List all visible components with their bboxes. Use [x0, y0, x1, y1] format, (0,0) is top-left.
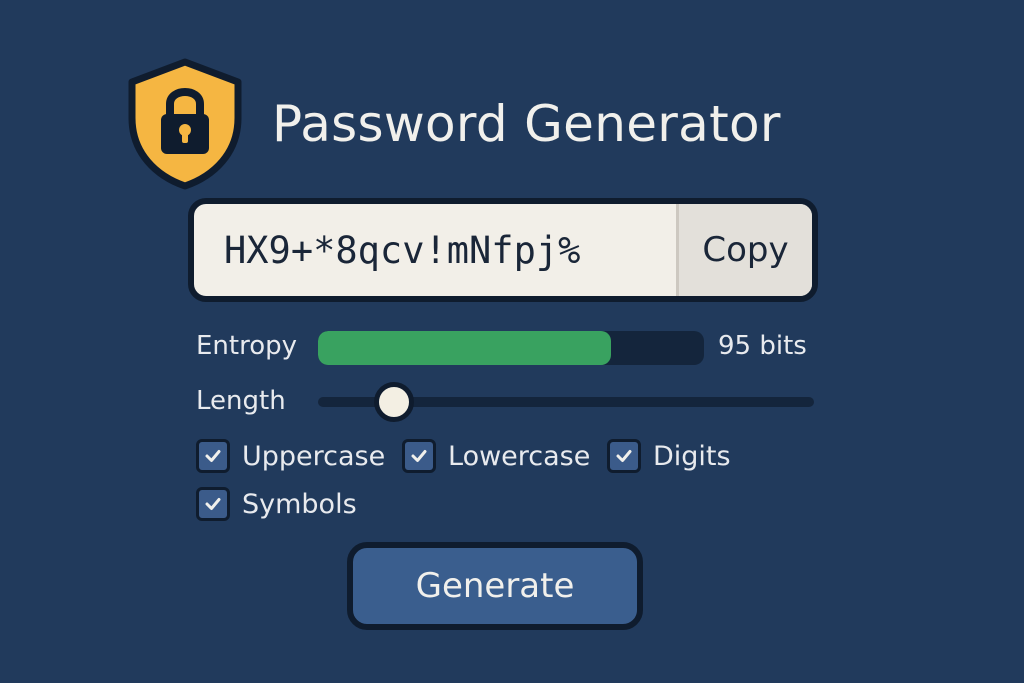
checkbox-digits[interactable] — [607, 439, 641, 473]
option-label: Symbols — [242, 488, 357, 520]
option-digits[interactable]: Digits — [607, 439, 731, 473]
option-symbols[interactable]: Symbols — [196, 487, 357, 521]
entropy-value: 95 bits — [718, 331, 807, 361]
checkmark-icon — [616, 450, 632, 462]
page-title: Password Generator — [272, 95, 781, 153]
length-slider-thumb[interactable] — [374, 382, 415, 422]
generate-button[interactable]: Generate — [347, 542, 643, 630]
password-display: HX9+*8qcv!mNfpj% Copy — [188, 198, 818, 302]
option-label: Uppercase — [242, 440, 386, 472]
entropy-meter-fill — [318, 331, 612, 365]
checkmark-icon — [205, 498, 221, 510]
password-field[interactable]: HX9+*8qcv!mNfpj% — [194, 204, 676, 296]
app-header: Password Generator — [126, 58, 781, 190]
checkmark-icon — [411, 450, 427, 462]
entropy-label: Entropy — [196, 331, 298, 361]
checkbox-symbols[interactable] — [196, 487, 230, 521]
option-label: Digits — [653, 440, 731, 472]
checkbox-lowercase[interactable] — [402, 439, 436, 473]
length-slider[interactable] — [318, 382, 814, 422]
entropy-meter — [318, 331, 704, 365]
length-label: Length — [196, 386, 286, 416]
checkmark-icon — [205, 450, 221, 462]
checkbox-uppercase[interactable] — [196, 439, 230, 473]
shield-lock-icon — [128, 58, 242, 190]
option-label: Lowercase — [448, 440, 591, 472]
copy-button[interactable]: Copy — [676, 204, 812, 296]
option-lowercase[interactable]: Lowercase — [402, 439, 590, 473]
option-uppercase[interactable]: Uppercase — [196, 439, 385, 473]
